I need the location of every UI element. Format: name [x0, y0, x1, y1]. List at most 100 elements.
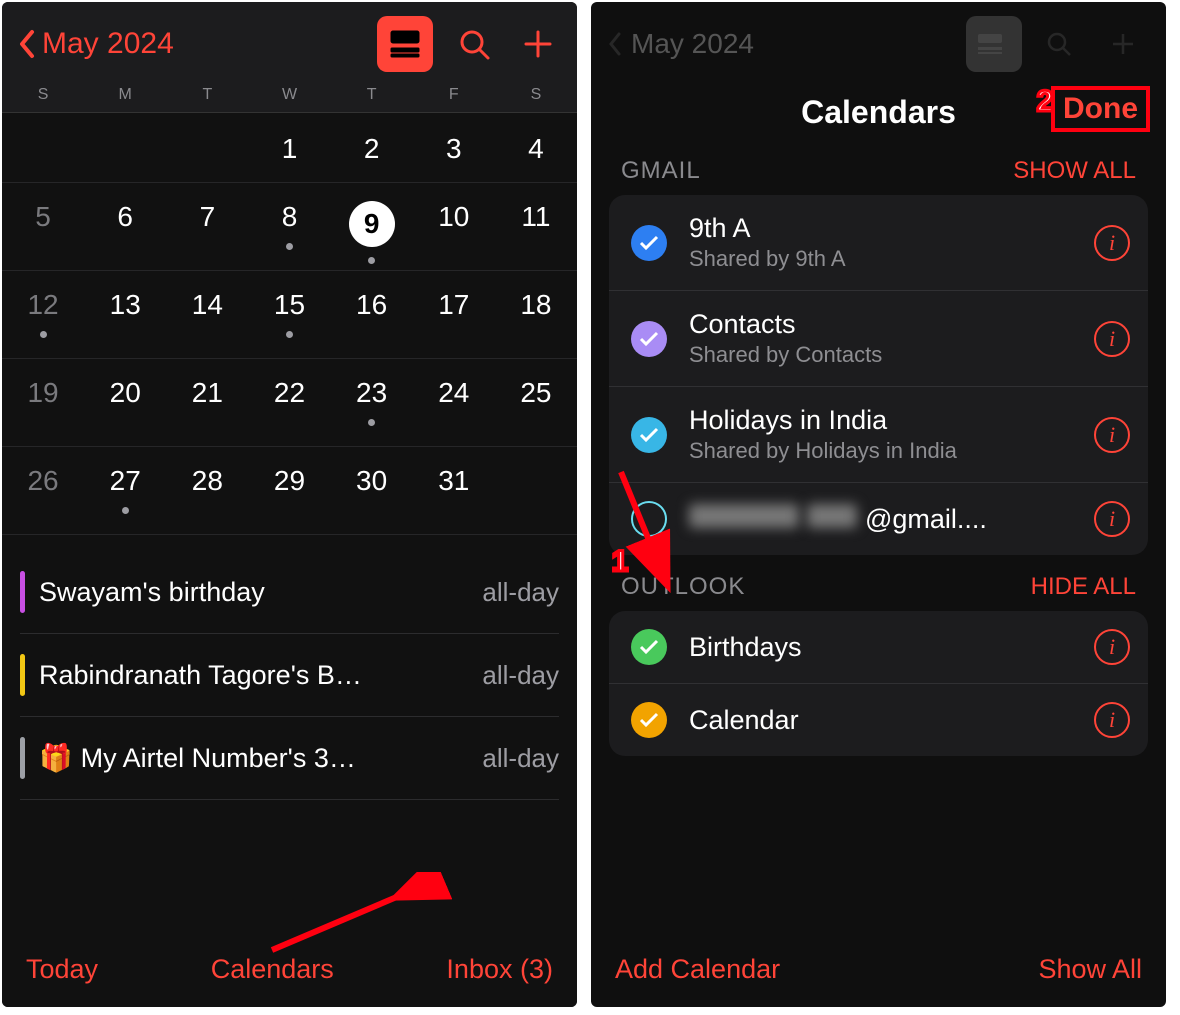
day-cell[interactable]: 24	[413, 359, 495, 447]
plus-icon	[523, 29, 553, 59]
calendar-checkbox[interactable]	[631, 501, 667, 537]
add-calendar-button[interactable]: Add Calendar	[615, 954, 780, 985]
day-cell[interactable]: 26	[2, 447, 84, 535]
day-cell[interactable]: 21	[166, 359, 248, 447]
info-icon[interactable]: i	[1094, 702, 1130, 738]
weekday-header: SMTWTFS	[2, 80, 577, 113]
day-cell[interactable]: 20	[84, 359, 166, 447]
day-cell[interactable]: 27	[84, 447, 166, 535]
day-cell[interactable]: 14	[166, 271, 248, 359]
calendar-row[interactable]: ContactsShared by Contactsi	[609, 291, 1148, 387]
month-label: May 2024	[42, 27, 174, 61]
calendar-checkbox[interactable]	[631, 321, 667, 357]
day-cell[interactable]: 6	[84, 183, 166, 271]
day-cell[interactable]: 8	[248, 183, 330, 271]
day-cell[interactable]: 12	[2, 271, 84, 359]
event-time: all-day	[482, 743, 559, 774]
day-cell[interactable]: 3	[413, 113, 495, 183]
event-time: all-day	[482, 660, 559, 691]
calendar-checkbox[interactable]	[631, 702, 667, 738]
today-button[interactable]: Today	[26, 954, 98, 985]
show-all-button[interactable]: Show All	[1038, 954, 1142, 985]
day-cell[interactable]: 29	[248, 447, 330, 535]
calendar-group: 9th AShared by 9th AiContactsShared by C…	[609, 195, 1148, 555]
day-cell[interactable]: 1	[248, 113, 330, 183]
day-cell[interactable]: 13	[84, 271, 166, 359]
inbox-button[interactable]: Inbox (3)	[446, 954, 553, 985]
calendar-subtitle: Shared by Contacts	[689, 342, 1094, 368]
day-cell[interactable]	[2, 113, 84, 183]
section-toggle[interactable]: SHOW ALL	[1013, 157, 1136, 185]
back-button[interactable]: May 2024	[18, 27, 174, 61]
weekday-label: T	[331, 86, 413, 104]
event-dot	[286, 331, 293, 338]
calendar-name: Contacts	[689, 309, 1094, 340]
day-cell[interactable]: 19	[2, 359, 84, 447]
day-cell[interactable]: 4	[495, 113, 577, 183]
day-cell[interactable]: 23	[331, 359, 413, 447]
day-cell[interactable]: 28	[166, 447, 248, 535]
info-icon[interactable]: i	[1094, 417, 1130, 453]
event-title: My Airtel Number's 3…	[81, 743, 475, 774]
day-cell[interactable]: 25	[495, 359, 577, 447]
day-cell[interactable]	[495, 447, 577, 535]
event-row[interactable]: Swayam's birthdayall-day	[20, 551, 559, 634]
event-row[interactable]: Rabindranath Tagore's B…all-day	[20, 634, 559, 717]
weekday-label: F	[413, 86, 495, 104]
day-cell[interactable]: 10	[413, 183, 495, 271]
calendar-checkbox[interactable]	[631, 629, 667, 665]
calendar-meta: Holidays in IndiaShared by Holidays in I…	[689, 405, 1094, 464]
done-button[interactable]: Done	[1051, 86, 1150, 132]
calendar-row[interactable]: @gmail....i	[609, 483, 1148, 555]
section-name: OUTLOOK	[621, 573, 745, 601]
calendar-row[interactable]: Holidays in IndiaShared by Holidays in I…	[609, 387, 1148, 483]
event-dot	[122, 507, 129, 514]
day-cell[interactable]: 15	[248, 271, 330, 359]
list-view-button[interactable]	[377, 16, 433, 72]
day-cell[interactable]: 18	[495, 271, 577, 359]
day-cell[interactable]	[84, 113, 166, 183]
day-cell[interactable]: 16	[331, 271, 413, 359]
chevron-left-icon	[607, 31, 623, 57]
section-toggle[interactable]: HIDE ALL	[1031, 573, 1136, 601]
event-color-bar	[20, 571, 25, 613]
info-icon[interactable]: i	[1094, 321, 1130, 357]
day-cell[interactable]: 5	[2, 183, 84, 271]
calendars-button[interactable]: Calendars	[211, 954, 334, 985]
day-cell[interactable]: 7	[166, 183, 248, 271]
section-name: GMAIL	[621, 157, 701, 185]
sheet-title-text: Calendars	[801, 94, 956, 131]
info-icon[interactable]: i	[1094, 501, 1130, 537]
calendar-meta: @gmail....	[689, 504, 1094, 535]
day-cell[interactable]: 17	[413, 271, 495, 359]
info-icon[interactable]: i	[1094, 225, 1130, 261]
calendar-row[interactable]: 9th AShared by 9th Ai	[609, 195, 1148, 291]
dim-search-icon	[1040, 21, 1086, 67]
chevron-left-icon	[18, 29, 36, 59]
day-cell[interactable]: 9	[331, 183, 413, 271]
search-button[interactable]	[451, 21, 497, 67]
event-title: Swayam's birthday	[39, 577, 474, 608]
day-cell[interactable]: 31	[413, 447, 495, 535]
day-cell[interactable]: 30	[331, 447, 413, 535]
event-dot	[368, 419, 375, 426]
calendar-meta: ContactsShared by Contacts	[689, 309, 1094, 368]
info-icon[interactable]: i	[1094, 629, 1130, 665]
day-cell[interactable]: 11	[495, 183, 577, 271]
calendar-name: Calendar	[689, 705, 1094, 736]
calendar-meta: Birthdays	[689, 632, 1094, 663]
header: May 2024	[2, 2, 577, 80]
calendar-checkbox[interactable]	[631, 417, 667, 453]
sheet-toolbar: Add Calendar Show All	[591, 940, 1166, 1007]
dim-list-icon	[966, 16, 1022, 72]
calendar-row[interactable]: Birthdaysi	[609, 611, 1148, 684]
calendar-name: Birthdays	[689, 632, 1094, 663]
calendar-checkbox[interactable]	[631, 225, 667, 261]
calendar-row[interactable]: Calendari	[609, 684, 1148, 756]
calendar-month-view: May 2024 SMTWTFS 12345678910111213141516…	[2, 2, 577, 1007]
day-cell[interactable]: 2	[331, 113, 413, 183]
day-cell[interactable]	[166, 113, 248, 183]
event-row[interactable]: 🎁My Airtel Number's 3…all-day	[20, 717, 559, 800]
add-button[interactable]	[515, 21, 561, 67]
day-cell[interactable]: 22	[248, 359, 330, 447]
